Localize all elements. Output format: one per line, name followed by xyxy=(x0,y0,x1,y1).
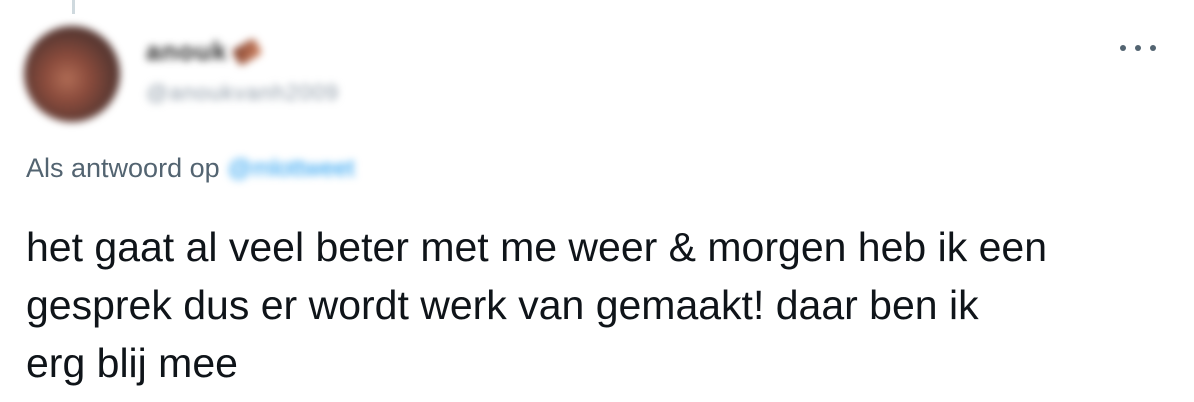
dot xyxy=(1135,45,1141,51)
user-handle[interactable]: @anoukvanh2009 xyxy=(146,80,339,106)
more-horizontal-icon[interactable] xyxy=(1120,36,1156,60)
display-name-text: anouk xyxy=(146,36,228,66)
display-name[interactable]: anouk xyxy=(146,36,263,67)
thread-connector-line xyxy=(72,0,75,14)
reply-mention-link[interactable]: @mlottweet xyxy=(228,155,355,183)
dot xyxy=(1120,45,1126,51)
reply-context: Als antwoord op @mlottweet xyxy=(26,153,355,184)
emoji-icon xyxy=(230,37,263,66)
tweet-text: het gaat al veel beter met me weer & mor… xyxy=(26,224,1048,386)
reply-prefix: Als antwoord op xyxy=(26,153,220,183)
avatar[interactable] xyxy=(24,26,120,122)
dot xyxy=(1150,45,1156,51)
